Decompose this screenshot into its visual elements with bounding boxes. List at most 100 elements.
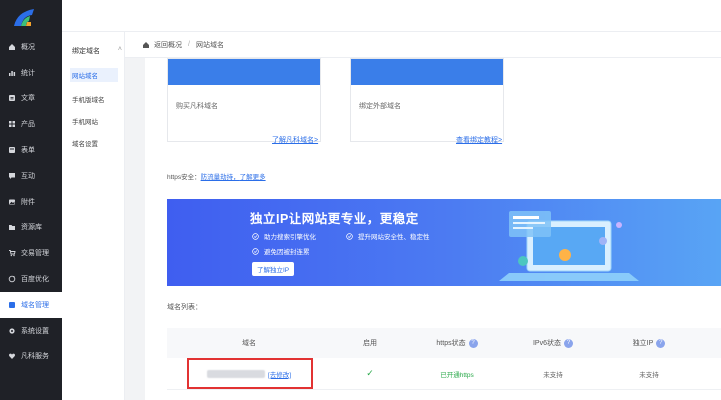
help-icon[interactable]: ? bbox=[564, 338, 573, 348]
home-icon bbox=[8, 43, 16, 51]
column-header-https: https状态? bbox=[409, 338, 505, 348]
check-circle-icon bbox=[252, 232, 259, 240]
help-icon[interactable]: ? bbox=[656, 338, 666, 348]
sidebar-item-label: 资源库 bbox=[21, 224, 42, 232]
breadcrumb-current: 网站域名 bbox=[195, 41, 224, 49]
https-learn-more-link[interactable]: 了解更多 bbox=[240, 174, 266, 181]
globe-icon bbox=[8, 301, 16, 309]
highlight-annotation bbox=[187, 358, 313, 389]
breadcrumb-separator: / bbox=[188, 41, 190, 48]
bind-external-domain-card[interactable]: 绑定外部域名 bbox=[350, 58, 504, 142]
sidebar-item-articles[interactable]: 文章 bbox=[0, 86, 62, 112]
sidebar-item-label: 文章 bbox=[21, 95, 35, 103]
card-banner-image bbox=[351, 59, 503, 85]
cart-icon bbox=[8, 249, 16, 257]
card-label: 绑定外部域名 bbox=[359, 103, 401, 110]
column-header-ipv6: IPv6状态? bbox=[505, 338, 601, 348]
sidebar-item-services[interactable]: 凡科服务 bbox=[0, 344, 62, 370]
submenu-group-bind-domain[interactable]: 绑定域名 ˄ bbox=[72, 46, 122, 56]
column-header-domain: 域名 bbox=[167, 338, 331, 348]
sidebar-item-label: 互动 bbox=[21, 172, 35, 180]
sidebar-nav: 概况 统计 文章 产品 表单 互动 附件 资源库 交易管理 百度优化 域名管理 … bbox=[0, 34, 62, 369]
card-banner-image bbox=[168, 59, 320, 85]
column-header-label: 启用 bbox=[363, 340, 377, 347]
sidebar-item-label: 域名管理 bbox=[21, 301, 49, 309]
banner-feature-text: 提升网站安全性、稳定性 bbox=[358, 234, 430, 241]
top-header bbox=[62, 0, 721, 32]
gear-icon bbox=[8, 327, 16, 335]
check-circle-icon bbox=[346, 232, 353, 240]
chat-icon bbox=[8, 172, 16, 180]
sidebar-item-seo[interactable]: 百度优化 bbox=[0, 266, 62, 292]
sidebar-item-settings[interactable]: 系统设置 bbox=[0, 318, 62, 344]
https-label: https安全： bbox=[167, 174, 201, 181]
submenu-item-mobile-domain[interactable]: 手机版域名 bbox=[72, 94, 105, 104]
banner-feature: 提升网站安全性、稳定性 bbox=[346, 231, 430, 241]
sidebar-item-trade[interactable]: 交易管理 bbox=[0, 240, 62, 266]
dedicated-ip-banner[interactable]: 独立IP让网站更专业，更稳定 助力搜索引擎优化 提升网站安全性、稳定性 避免因被… bbox=[167, 199, 721, 286]
sidebar-item-forms[interactable]: 表单 bbox=[0, 137, 62, 163]
sidebar-item-label: 概况 bbox=[21, 43, 35, 51]
sidebar-item-label: 系统设置 bbox=[21, 327, 49, 335]
column-header-label: 域名 bbox=[242, 340, 256, 347]
sidebar-item-attachments[interactable]: 附件 bbox=[0, 189, 62, 215]
submenu-item-domain-settings[interactable]: 域名设置 bbox=[72, 138, 98, 148]
sidebar-item-label: 附件 bbox=[21, 198, 35, 206]
sidebar-item-label: 百度优化 bbox=[21, 276, 49, 284]
table-header: 域名 启用 https状态? IPv6状态? 独立IP? bbox=[167, 328, 721, 358]
learn-dedicated-ip-button[interactable]: 了解独立IP bbox=[252, 262, 295, 276]
breadcrumb-back-link[interactable]: 返回概况 bbox=[154, 40, 182, 50]
sidebar-item-interaction[interactable]: 互动 bbox=[0, 163, 62, 189]
refresh-icon bbox=[8, 275, 16, 283]
sidebar-item-label: 交易管理 bbox=[21, 250, 49, 258]
grid-icon bbox=[8, 120, 16, 128]
buy-domain-card[interactable]: 购买凡科域名 bbox=[167, 58, 321, 142]
enabled-check-icon: ✓ bbox=[366, 368, 374, 378]
check-circle-icon bbox=[252, 247, 259, 255]
help-icon[interactable]: ? bbox=[468, 338, 478, 348]
sidebar-item-label: 统计 bbox=[21, 69, 35, 77]
domain-list-title: 域名列表： bbox=[167, 304, 202, 311]
sidebar-item-domains[interactable]: 域名管理 bbox=[0, 291, 62, 318]
banner-feature: 助力搜索引擎优化 bbox=[252, 231, 316, 241]
sidebar-item-products[interactable]: 产品 bbox=[0, 111, 62, 137]
sidebar-item-label: 表单 bbox=[21, 147, 35, 155]
column-header-dedicated-ip: 独立IP? bbox=[601, 338, 697, 348]
chart-icon bbox=[8, 69, 16, 77]
document-icon bbox=[8, 94, 16, 102]
image-icon bbox=[8, 198, 16, 206]
breadcrumb: 返回概况 / 网站域名 bbox=[125, 32, 721, 58]
secondary-menu: 绑定域名 ˄ 网站域名 手机版域名 手机网站 域名设置 bbox=[62, 32, 125, 400]
column-header-label: IPv6状态 bbox=[532, 340, 561, 347]
banner-feature: 避免因被封连累 bbox=[252, 246, 310, 256]
submenu-item-website-domain[interactable]: 网站域名 bbox=[70, 68, 118, 82]
chevron-up-icon: ˄ bbox=[117, 46, 122, 53]
bind-tutorial-link[interactable]: 查看绑定教程> bbox=[456, 135, 502, 145]
dedicated-ip-status: 未支持 bbox=[639, 371, 659, 379]
form-icon bbox=[8, 146, 16, 154]
folder-icon bbox=[8, 223, 16, 231]
logo[interactable] bbox=[10, 6, 40, 28]
sidebar-item-label: 凡科服务 bbox=[21, 353, 49, 361]
https-hijack-link[interactable]: 防流量劫持， bbox=[201, 174, 240, 181]
https-status: 已开通https bbox=[440, 371, 474, 379]
card-label: 购买凡科域名 bbox=[176, 103, 218, 110]
submenu-item-mobile-site[interactable]: 手机网站 bbox=[72, 116, 98, 126]
laptop-illustration bbox=[499, 211, 639, 281]
heart-icon bbox=[8, 352, 16, 360]
banner-feature-text: 避免因被封连累 bbox=[264, 249, 310, 256]
main-content: 购买凡科域名 了解凡科域名> 绑定外部域名 查看绑定教程> https安全：防流… bbox=[145, 58, 721, 400]
column-header-label: 独立IP bbox=[632, 340, 654, 347]
sidebar-item-label: 产品 bbox=[21, 121, 35, 129]
learn-domain-link[interactable]: 了解凡科域名> bbox=[272, 135, 318, 145]
sidebar: 概况 统计 文章 产品 表单 互动 附件 资源库 交易管理 百度优化 域名管理 … bbox=[0, 0, 62, 400]
sidebar-item-library[interactable]: 资源库 bbox=[0, 215, 62, 241]
column-header-label: https状态 bbox=[436, 340, 466, 347]
banner-title: 独立IP让网站更专业，更稳定 bbox=[250, 212, 419, 226]
https-security-line: https安全：防流量劫持，了解更多 bbox=[167, 171, 266, 181]
column-header-enabled: 启用 bbox=[331, 338, 409, 348]
sidebar-item-stats[interactable]: 统计 bbox=[0, 60, 62, 86]
home-icon bbox=[143, 41, 149, 48]
ipv6-status: 未支持 bbox=[543, 371, 563, 379]
sidebar-item-overview[interactable]: 概况 bbox=[0, 34, 62, 60]
